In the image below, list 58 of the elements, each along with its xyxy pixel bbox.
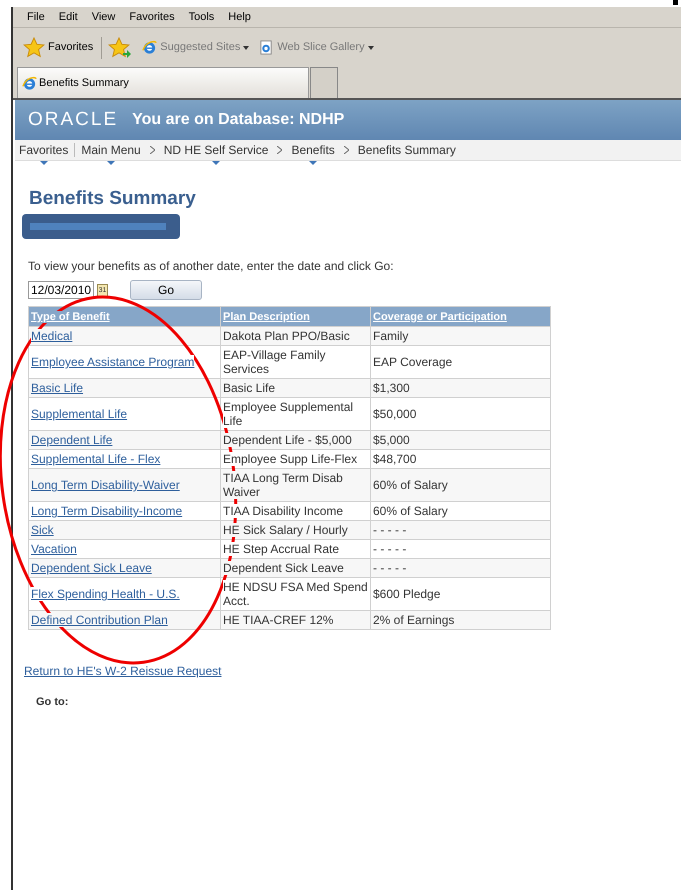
caret-icon [243,46,250,50]
benefit-link[interactable]: Long Term Disability-Waiver [31,478,180,492]
menu-item[interactable]: Favorites [129,8,175,26]
plan-description: Basic Life [223,381,276,395]
go-to-label: Go to: [36,695,68,710]
benefit-link[interactable]: Supplemental Life [31,407,128,421]
banner-title: You are on Database: NDHP [132,110,344,130]
benefit-link[interactable]: Defined Contribution Plan [31,613,168,627]
plan-description: Dakota Plan PPO/Basic [223,329,350,343]
plan-description: TIAA Disability Income [223,504,344,518]
corner-mark [673,0,678,5]
plan-description: HE Sick Salary / Hourly [223,523,348,537]
breadcrumb-link[interactable]: Favorites [19,141,68,159]
add-favorite-icon[interactable] [108,36,132,58]
menu-item[interactable]: Help [228,8,251,26]
go-button[interactable]: Go [130,280,202,300]
plan-description: Dependent Sick Leave [223,561,344,575]
star-icon [23,36,45,58]
benefit-link[interactable]: Basic Life [31,381,84,395]
menu-item[interactable]: Tools [188,8,214,26]
plan-description: HE NDSU FSA Med Spend Acct. [223,580,368,608]
benefit-link[interactable]: Sick [31,523,54,537]
chevron-icon [344,146,349,154]
breadcrumb-link[interactable]: ND HE Self Service [164,141,268,159]
date-field[interactable]: 12/03/2010 [28,281,94,299]
breadcrumb-link[interactable]: Benefits [291,141,335,159]
new-tab-button[interactable] [310,67,338,98]
benefit-link[interactable]: Employee Assistance Program [31,355,194,369]
page-title: Benefits Summary [29,187,197,211]
benefit-link[interactable]: Long Term Disability-Income [31,504,182,518]
plan-description: HE Step Accrual Rate [223,542,340,556]
return-link[interactable]: Return to HE's W-2 Reissue Request [24,662,222,680]
browser-tab[interactable]: Benefits Summary [17,67,309,98]
chevron-icon [150,146,155,154]
browser-icon [142,40,158,55]
menu-item[interactable]: View [92,8,116,26]
benefit-link[interactable]: Supplemental Life - Flex [31,452,160,466]
caret-icon [368,46,374,50]
benefit-link[interactable]: Vacation [31,542,77,556]
page-icon [259,40,274,55]
browser-icon [22,76,37,90]
plan-description: TIAA Long Term Disab Waiver [223,471,368,499]
plan-description: HE TIAA-CREF 12% [223,613,334,627]
breadcrumb-link[interactable]: Benefits Summary [358,141,456,159]
menu-item[interactable]: File [27,8,45,26]
menu-item[interactable]: Edit [58,8,78,26]
plan-description: Employee Supp Life-Flex [223,452,358,466]
instruction-text: To view your benefits as of another date, enter the date and click Go: [28,258,395,275]
oracle-logo: ORACLE [28,108,118,132]
benefit-link[interactable]: Medical [31,329,72,343]
benefit-link[interactable]: Dependent Sick Leave [31,561,152,575]
benefit-link[interactable]: Dependent Life [31,433,112,447]
table-cell: 2% of Earnings [370,610,550,630]
benefit-link[interactable]: Flex Spending Health - U.S. [31,587,180,601]
favorites-button[interactable]: Favorites [23,36,102,58]
chevron-icon [277,146,282,154]
plan-description: Dependent Life - $5,000 [223,433,352,447]
breadcrumb-link[interactable]: Main Menu [81,141,141,159]
